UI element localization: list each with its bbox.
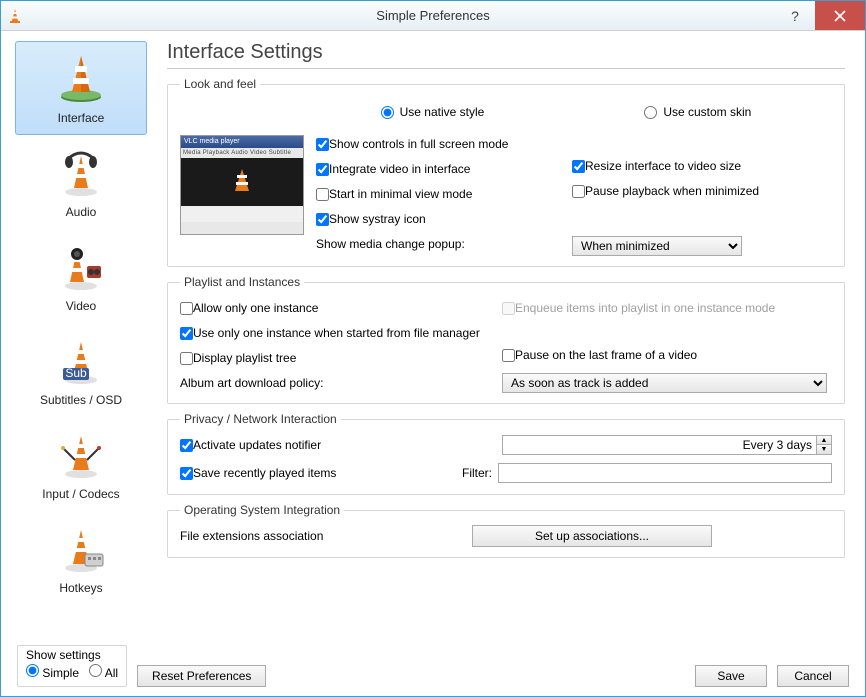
sidebar-item-label: Interface <box>58 111 105 125</box>
privacy-group: Privacy / Network Interaction Activate u… <box>167 412 845 495</box>
group-legend: Operating System Integration <box>180 503 344 517</box>
simple-radio[interactable]: Simple <box>26 664 79 680</box>
sidebar-item-subtitles[interactable]: Sub Subtitles / OSD <box>15 323 147 417</box>
titlebar: Simple Preferences ? <box>1 1 865 31</box>
close-icon <box>834 10 846 22</box>
interface-icon <box>55 52 107 107</box>
sidebar-item-label: Hotkeys <box>59 581 102 595</box>
fm-instance-checkbox[interactable]: Use only one instance when started from … <box>180 322 502 344</box>
setup-associations-button[interactable]: Set up associations... <box>472 525 712 547</box>
save-button[interactable]: Save <box>695 665 767 687</box>
group-legend: Privacy / Network Interaction <box>180 412 341 426</box>
pause-last-frame-checkbox[interactable]: Pause on the last frame of a video <box>502 344 832 366</box>
bottom-bar: Show settings Simple All Reset Preferenc… <box>1 647 865 695</box>
updates-notifier-checkbox[interactable]: Activate updates notifier <box>180 434 502 456</box>
integrate-video-checkbox[interactable]: Integrate video in interface <box>316 158 560 180</box>
vlc-app-icon <box>7 8 23 24</box>
save-recent-checkbox[interactable]: Save recently played items <box>180 462 462 484</box>
group-legend: Look and feel <box>180 77 260 91</box>
spin-up-icon[interactable]: ▲ <box>817 436 831 445</box>
sidebar-item-audio[interactable]: Audio <box>15 135 147 229</box>
media-popup-select[interactable]: When minimized <box>572 236 742 256</box>
all-radio[interactable]: All <box>89 664 118 680</box>
window-title: Simple Preferences <box>376 8 489 23</box>
sidebar-item-hotkeys[interactable]: Hotkeys <box>15 511 147 605</box>
sidebar-item-interface[interactable]: Interface <box>15 41 147 135</box>
close-button[interactable] <box>815 1 865 30</box>
album-art-select[interactable]: As soon as track is added <box>502 373 827 393</box>
preview-titlebar: VLC media player <box>181 136 303 148</box>
help-button[interactable]: ? <box>775 1 815 30</box>
os-integration-group: Operating System Integration File extens… <box>167 503 845 558</box>
pause-minimized-checkbox[interactable]: Pause playback when minimized <box>572 180 832 202</box>
album-art-label: Album art download policy: <box>180 376 323 390</box>
updates-interval-spinner[interactable]: ▲▼ <box>502 435 832 455</box>
filter-label: Filter: <box>462 466 492 480</box>
playlist-group: Playlist and Instances Allow only one in… <box>167 275 845 404</box>
group-legend: Playlist and Instances <box>180 275 304 289</box>
one-instance-checkbox[interactable]: Allow only one instance <box>180 297 502 319</box>
native-style-radio[interactable]: Use native style <box>381 105 485 119</box>
sidebar-item-label: Video <box>66 299 96 313</box>
preview-controls <box>181 206 303 222</box>
audio-icon <box>55 146 107 201</box>
file-ext-label: File extensions association <box>180 529 472 543</box>
preview-status <box>181 222 303 234</box>
resize-interface-checkbox[interactable]: Resize interface to video size <box>572 155 832 177</box>
filter-input[interactable] <box>498 463 832 483</box>
sidebar-item-video[interactable]: Video <box>15 229 147 323</box>
sidebar-item-label: Subtitles / OSD <box>40 393 122 407</box>
preview-video <box>181 158 303 206</box>
sidebar-item-label: Audio <box>66 205 97 219</box>
cancel-button[interactable]: Cancel <box>777 665 849 687</box>
custom-skin-radio[interactable]: Use custom skin <box>644 105 751 119</box>
spin-down-icon[interactable]: ▼ <box>817 445 831 454</box>
svg-text:Sub: Sub <box>65 366 87 380</box>
sidebar-item-input-codecs[interactable]: Input / Codecs <box>15 417 147 511</box>
display-tree-checkbox[interactable]: Display playlist tree <box>180 347 502 369</box>
media-popup-label: Show media change popup: <box>316 237 465 251</box>
interface-preview: VLC media player Media Playback Audio Vi… <box>180 135 304 235</box>
enqueue-checkbox: Enqueue items into playlist in one insta… <box>502 297 832 319</box>
codecs-icon <box>55 428 107 483</box>
sidebar-item-label: Input / Codecs <box>42 487 119 501</box>
settings-panel: Interface Settings Look and feel Use nat… <box>157 31 865 647</box>
show-settings-group: Show settings Simple All <box>17 645 127 687</box>
video-icon <box>55 240 107 295</box>
category-sidebar: Interface Audio Video Sub Subtitles / OS… <box>1 31 157 647</box>
subtitles-icon: Sub <box>55 334 107 389</box>
show-settings-label: Show settings <box>26 648 118 662</box>
minimal-view-checkbox[interactable]: Start in minimal view mode <box>316 183 560 205</box>
show-controls-checkbox[interactable]: Show controls in full screen mode <box>316 133 560 155</box>
systray-checkbox[interactable]: Show systray icon <box>316 208 560 230</box>
page-title: Interface Settings <box>167 41 845 69</box>
look-and-feel-group: Look and feel Use native style Use custo… <box>167 77 845 267</box>
reset-preferences-button[interactable]: Reset Preferences <box>137 665 266 687</box>
preview-menubar: Media Playback Audio Video Subtitle Tool… <box>181 148 303 158</box>
hotkeys-icon <box>55 522 107 577</box>
